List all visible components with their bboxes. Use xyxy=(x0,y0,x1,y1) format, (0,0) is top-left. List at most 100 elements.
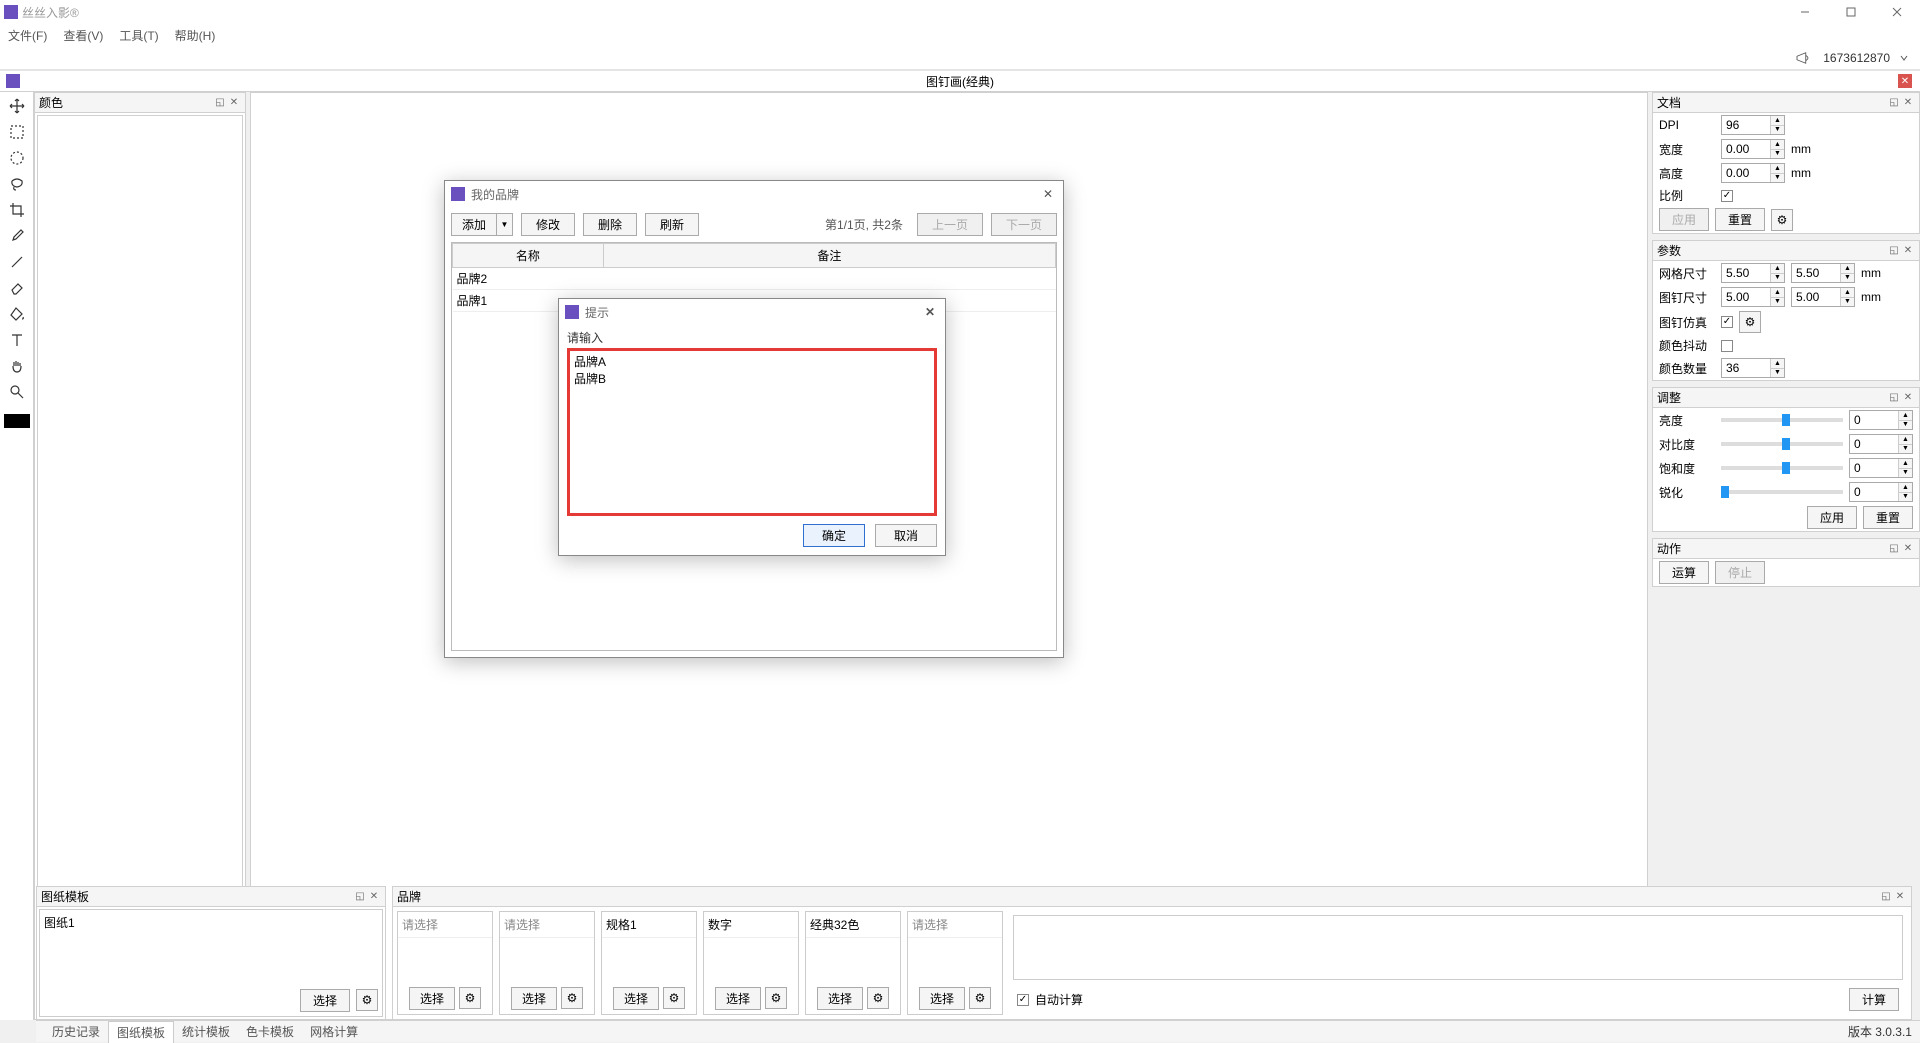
cancel-button[interactable]: 取消 xyxy=(875,524,937,547)
select-button[interactable]: 选择 xyxy=(613,987,659,1010)
spin-down[interactable]: ▼ xyxy=(1898,445,1912,454)
close-icon[interactable]: ✕ xyxy=(1901,391,1915,405)
realistic-checkbox[interactable] xyxy=(1721,316,1733,328)
dither-checkbox[interactable] xyxy=(1721,340,1733,352)
eyedropper-tool[interactable] xyxy=(6,226,28,246)
select-button[interactable]: 选择 xyxy=(919,987,965,1010)
close-icon[interactable]: ✕ xyxy=(367,890,381,904)
spin-down[interactable]: ▼ xyxy=(1898,421,1912,430)
apply-button[interactable]: 应用 xyxy=(1807,506,1857,529)
brightness-input[interactable] xyxy=(1850,411,1898,429)
zoom-tool[interactable] xyxy=(6,382,28,402)
spin-down[interactable]: ▼ xyxy=(1770,150,1784,159)
spin-down[interactable]: ▼ xyxy=(1840,274,1854,283)
text-tool[interactable] xyxy=(6,330,28,350)
bucket-tool[interactable] xyxy=(6,304,28,324)
edit-button[interactable]: 修改 xyxy=(521,213,575,236)
undock-icon[interactable]: ◱ xyxy=(1887,244,1901,258)
select-button[interactable]: 选择 xyxy=(511,987,557,1010)
pin-w-input[interactable] xyxy=(1722,288,1770,306)
spin-down[interactable]: ▼ xyxy=(1840,298,1854,307)
color-count-input[interactable] xyxy=(1722,359,1770,377)
spin-down[interactable]: ▼ xyxy=(1898,469,1912,478)
rect-select-tool[interactable] xyxy=(6,122,28,142)
sharpen-input[interactable] xyxy=(1850,483,1898,501)
spin-up[interactable]: ▲ xyxy=(1840,264,1854,274)
minimize-button[interactable] xyxy=(1782,0,1828,24)
eraser-tool[interactable] xyxy=(6,278,28,298)
tab-history[interactable]: 历史记录 xyxy=(44,1021,108,1042)
undock-icon[interactable]: ◱ xyxy=(353,890,367,904)
spin-up[interactable]: ▲ xyxy=(1770,140,1784,150)
spin-down[interactable]: ▼ xyxy=(1770,274,1784,283)
close-icon[interactable]: ✕ xyxy=(921,303,939,321)
add-button[interactable]: 添加 xyxy=(451,213,497,236)
reset-button[interactable]: 重置 xyxy=(1715,208,1765,231)
move-tool[interactable] xyxy=(6,96,28,116)
width-input[interactable] xyxy=(1722,140,1770,158)
ellipse-select-tool[interactable] xyxy=(6,148,28,168)
saturation-slider[interactable] xyxy=(1721,466,1843,470)
gear-icon[interactable]: ⚙ xyxy=(969,987,991,1009)
calc-button[interactable]: 计算 xyxy=(1849,988,1899,1011)
saturation-input[interactable] xyxy=(1850,459,1898,477)
menu-view[interactable]: 查看(V) xyxy=(63,27,103,44)
select-button[interactable]: 选择 xyxy=(409,987,455,1010)
spin-down[interactable]: ▼ xyxy=(1770,298,1784,307)
brush-tool[interactable] xyxy=(6,252,28,272)
close-icon[interactable]: ✕ xyxy=(1039,185,1057,203)
dpi-input[interactable] xyxy=(1722,116,1770,134)
ratio-checkbox[interactable] xyxy=(1721,190,1733,202)
tab-swatch[interactable]: 色卡模板 xyxy=(238,1021,302,1042)
close-button[interactable] xyxy=(1874,0,1920,24)
table-row[interactable]: 品牌2 xyxy=(453,268,1056,290)
contrast-slider[interactable] xyxy=(1721,442,1843,446)
menu-tools[interactable]: 工具(T) xyxy=(119,27,158,44)
col-name[interactable]: 名称 xyxy=(453,244,604,268)
gear-icon[interactable]: ⚙ xyxy=(459,987,481,1009)
tab-paper[interactable]: 图纸模板 xyxy=(108,1021,174,1043)
gear-icon[interactable]: ⚙ xyxy=(356,989,378,1011)
spin-down[interactable]: ▼ xyxy=(1770,369,1784,378)
gear-icon[interactable]: ⚙ xyxy=(867,987,889,1009)
gear-icon[interactable]: ⚙ xyxy=(561,987,583,1009)
gear-icon[interactable]: ⚙ xyxy=(765,987,787,1009)
undock-icon[interactable]: ◱ xyxy=(1879,890,1893,904)
spin-up[interactable]: ▲ xyxy=(1840,288,1854,298)
spin-up[interactable]: ▲ xyxy=(1770,288,1784,298)
reset-button[interactable]: 重置 xyxy=(1863,506,1913,529)
current-color-swatch[interactable] xyxy=(4,414,30,428)
close-icon[interactable]: ✕ xyxy=(1901,96,1915,110)
spin-up[interactable]: ▲ xyxy=(1898,411,1912,421)
autocalc-checkbox[interactable] xyxy=(1017,994,1029,1006)
chevron-down-icon[interactable] xyxy=(1900,54,1908,62)
crop-tool[interactable] xyxy=(6,200,28,220)
brightness-slider[interactable] xyxy=(1721,418,1843,422)
maximize-button[interactable] xyxy=(1828,0,1874,24)
spin-up[interactable]: ▲ xyxy=(1770,116,1784,126)
tab-grid[interactable]: 网格计算 xyxy=(302,1021,366,1042)
select-button[interactable]: 选择 xyxy=(300,989,350,1012)
menu-help[interactable]: 帮助(H) xyxy=(175,27,216,44)
height-input[interactable] xyxy=(1722,164,1770,182)
refresh-button[interactable]: 刷新 xyxy=(645,213,699,236)
prompt-textarea[interactable] xyxy=(567,348,937,516)
select-button[interactable]: 选择 xyxy=(715,987,761,1010)
undock-icon[interactable]: ◱ xyxy=(213,96,227,110)
col-note[interactable]: 备注 xyxy=(603,244,1055,268)
gear-icon[interactable]: ⚙ xyxy=(1739,311,1761,333)
gear-icon[interactable]: ⚙ xyxy=(663,987,685,1009)
close-icon[interactable]: ✕ xyxy=(1901,542,1915,556)
spin-up[interactable]: ▲ xyxy=(1770,264,1784,274)
undock-icon[interactable]: ◱ xyxy=(1887,96,1901,110)
announce-icon[interactable] xyxy=(1795,51,1813,65)
close-icon[interactable]: ✕ xyxy=(227,96,241,110)
lasso-tool[interactable] xyxy=(6,174,28,194)
spin-up[interactable]: ▲ xyxy=(1898,483,1912,493)
close-icon[interactable]: ✕ xyxy=(1901,244,1915,258)
add-dropdown[interactable]: ▼ xyxy=(497,213,513,236)
delete-button[interactable]: 删除 xyxy=(583,213,637,236)
grid-w-input[interactable] xyxy=(1722,264,1770,282)
spin-up[interactable]: ▲ xyxy=(1898,459,1912,469)
spin-down[interactable]: ▼ xyxy=(1770,126,1784,135)
